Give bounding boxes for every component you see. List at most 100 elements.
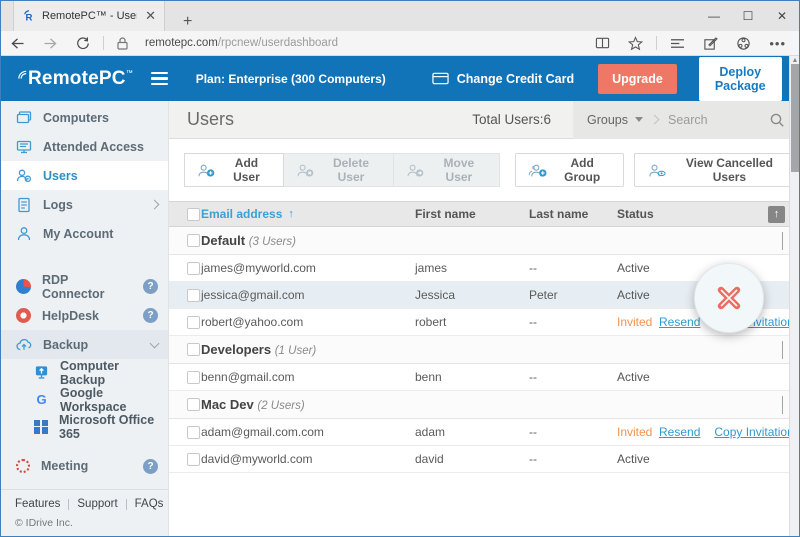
more-options-icon[interactable]: ••• (760, 36, 795, 51)
group-row-default: Default (3 Users) (169, 227, 799, 255)
page-scrollbar[interactable]: ▲ (789, 56, 799, 536)
sidebar-item-users[interactable]: Users (1, 161, 168, 190)
refresh-icon[interactable] (67, 36, 99, 50)
app-header: RemotePC ™ Plan: Enterprise (300 Compute… (1, 56, 799, 101)
add-group-button[interactable]: Add Group (514, 153, 624, 187)
status-badge: Active (617, 370, 650, 384)
upgrade-button[interactable]: Upgrade (598, 63, 677, 94)
divider (103, 36, 104, 50)
my-account-icon (17, 226, 31, 240)
divider (656, 36, 658, 50)
sidebar-item-logs[interactable]: Logs (1, 190, 168, 219)
column-first-name[interactable]: First name (415, 207, 529, 221)
chevron-right-icon (649, 114, 660, 125)
tab-close-icon[interactable]: ✕ (143, 8, 158, 24)
column-last-name[interactable]: Last name (529, 207, 617, 221)
sidebar-item-meeting[interactable]: Meeting ? (1, 451, 168, 481)
group-checkbox[interactable] (187, 343, 200, 356)
move-user-icon (407, 164, 424, 177)
close-window-button[interactable]: ✕ (765, 1, 799, 31)
plan-label: Plan: Enterprise (300 Computers) (195, 71, 386, 86)
collapse-group-icon[interactable] (782, 340, 783, 359)
chevron-down-icon (149, 338, 160, 348)
svg-text:R: R (26, 12, 33, 23)
scrollbar-thumb[interactable] (791, 64, 799, 172)
sidebar-item-google-workspace[interactable]: G Google Workspace (1, 386, 168, 414)
status-badge: Active (617, 288, 650, 302)
search-box (668, 112, 799, 128)
back-icon[interactable] (1, 37, 34, 50)
reading-view-icon[interactable] (586, 36, 619, 50)
group-checkbox[interactable] (187, 398, 200, 411)
column-email[interactable]: Email address ↑ (201, 207, 415, 221)
url-text[interactable]: remotepc.com/rpcnew/userdashboard (145, 37, 586, 49)
sidebar-footer: Meeting ? Features Support FAQs © IDrive… (1, 451, 168, 536)
delete-user-button[interactable]: Delete User (283, 153, 395, 187)
search-input[interactable] (668, 112, 758, 127)
move-user-button[interactable]: Move User (394, 153, 500, 187)
row-checkbox[interactable] (187, 425, 200, 439)
maximize-button[interactable]: ☐ (731, 1, 765, 31)
toolbar: Add User Delete User Move User Add Group… (169, 139, 799, 187)
resend-link[interactable]: Resend (659, 315, 700, 329)
help-icon[interactable]: ? (143, 458, 158, 474)
new-tab-button[interactable]: + (175, 13, 200, 31)
logo-signal-icon (18, 70, 27, 79)
sidebar-item-computer-backup[interactable]: Computer Backup (1, 359, 168, 387)
delete-user-icon (297, 164, 314, 177)
faqs-link[interactable]: FAQs (135, 498, 164, 510)
view-cancelled-users-button[interactable]: View Cancelled Users (633, 153, 799, 187)
google-workspace-icon: G (36, 392, 47, 407)
features-link[interactable]: Features (15, 498, 60, 510)
deploy-package-button[interactable]: Deploy Package (698, 56, 782, 101)
web-note-icon[interactable] (694, 36, 727, 51)
resend-link[interactable]: Resend (659, 425, 700, 439)
total-users-label: Total Users:6 (472, 112, 551, 127)
row-checkbox[interactable] (187, 370, 200, 384)
footer-links: Features Support FAQs (1, 489, 168, 514)
minimize-button[interactable]: — (697, 1, 731, 31)
user-row: benn@gmail.com benn -- Active (169, 364, 799, 391)
sidebar-item-computers[interactable]: Computers (1, 103, 168, 132)
sidebar-item-backup[interactable]: Backup (1, 330, 168, 359)
select-all-checkbox[interactable] (187, 207, 200, 221)
delete-user-icon[interactable] (714, 283, 744, 313)
page-title: Users (187, 109, 235, 129)
hub-icon[interactable] (661, 37, 694, 50)
sidebar: Computers Attended Access Users Logs My … (1, 101, 169, 536)
change-credit-card-button[interactable]: Change Credit Card (432, 72, 574, 86)
menu-hamburger-icon[interactable] (150, 71, 168, 86)
forward-icon[interactable] (34, 37, 67, 50)
browser-tab[interactable]: R RemotePC™ - User Mar ✕ (13, 1, 165, 31)
sidebar-item-helpdesk[interactable]: HelpDesk ? (1, 301, 168, 330)
status-badge: Active (617, 452, 650, 466)
copy-invitation-link[interactable]: Copy Invitation (714, 425, 793, 439)
search-icon[interactable] (769, 112, 785, 128)
sidebar-item-microsoft-office-365[interactable]: Microsoft Office 365 (1, 413, 168, 441)
row-checkbox[interactable] (187, 315, 200, 329)
collapse-group-icon[interactable] (782, 231, 783, 250)
help-icon[interactable]: ? (143, 308, 158, 323)
support-link[interactable]: Support (77, 498, 117, 510)
filter-block: Groups (573, 100, 799, 139)
add-user-button[interactable]: Add User (184, 153, 284, 187)
row-checkbox[interactable] (187, 288, 200, 302)
rdp-connector-icon (16, 279, 31, 294)
column-status[interactable]: Status (617, 207, 659, 221)
sidebar-item-attended-access[interactable]: Attended Access (1, 132, 168, 161)
attended-access-icon (16, 140, 32, 153)
sort-ascending-icon[interactable]: ↑ (288, 208, 294, 220)
collapse-group-icon[interactable] (782, 395, 783, 414)
groups-dropdown[interactable]: Groups (573, 113, 651, 127)
help-icon[interactable]: ? (143, 279, 158, 294)
sidebar-item-rdp-connector[interactable]: RDP Connector ? (1, 272, 168, 301)
row-checkbox[interactable] (187, 452, 200, 466)
backup-cloud-icon (16, 339, 32, 351)
share-icon[interactable] (727, 36, 760, 51)
scroll-to-top-button[interactable]: ↑ (768, 205, 785, 223)
row-checkbox[interactable] (187, 261, 200, 275)
group-checkbox[interactable] (187, 234, 200, 247)
favorites-star-icon[interactable] (619, 35, 652, 51)
delete-user-highlight (694, 263, 764, 333)
sidebar-item-my-account[interactable]: My Account (1, 219, 168, 248)
